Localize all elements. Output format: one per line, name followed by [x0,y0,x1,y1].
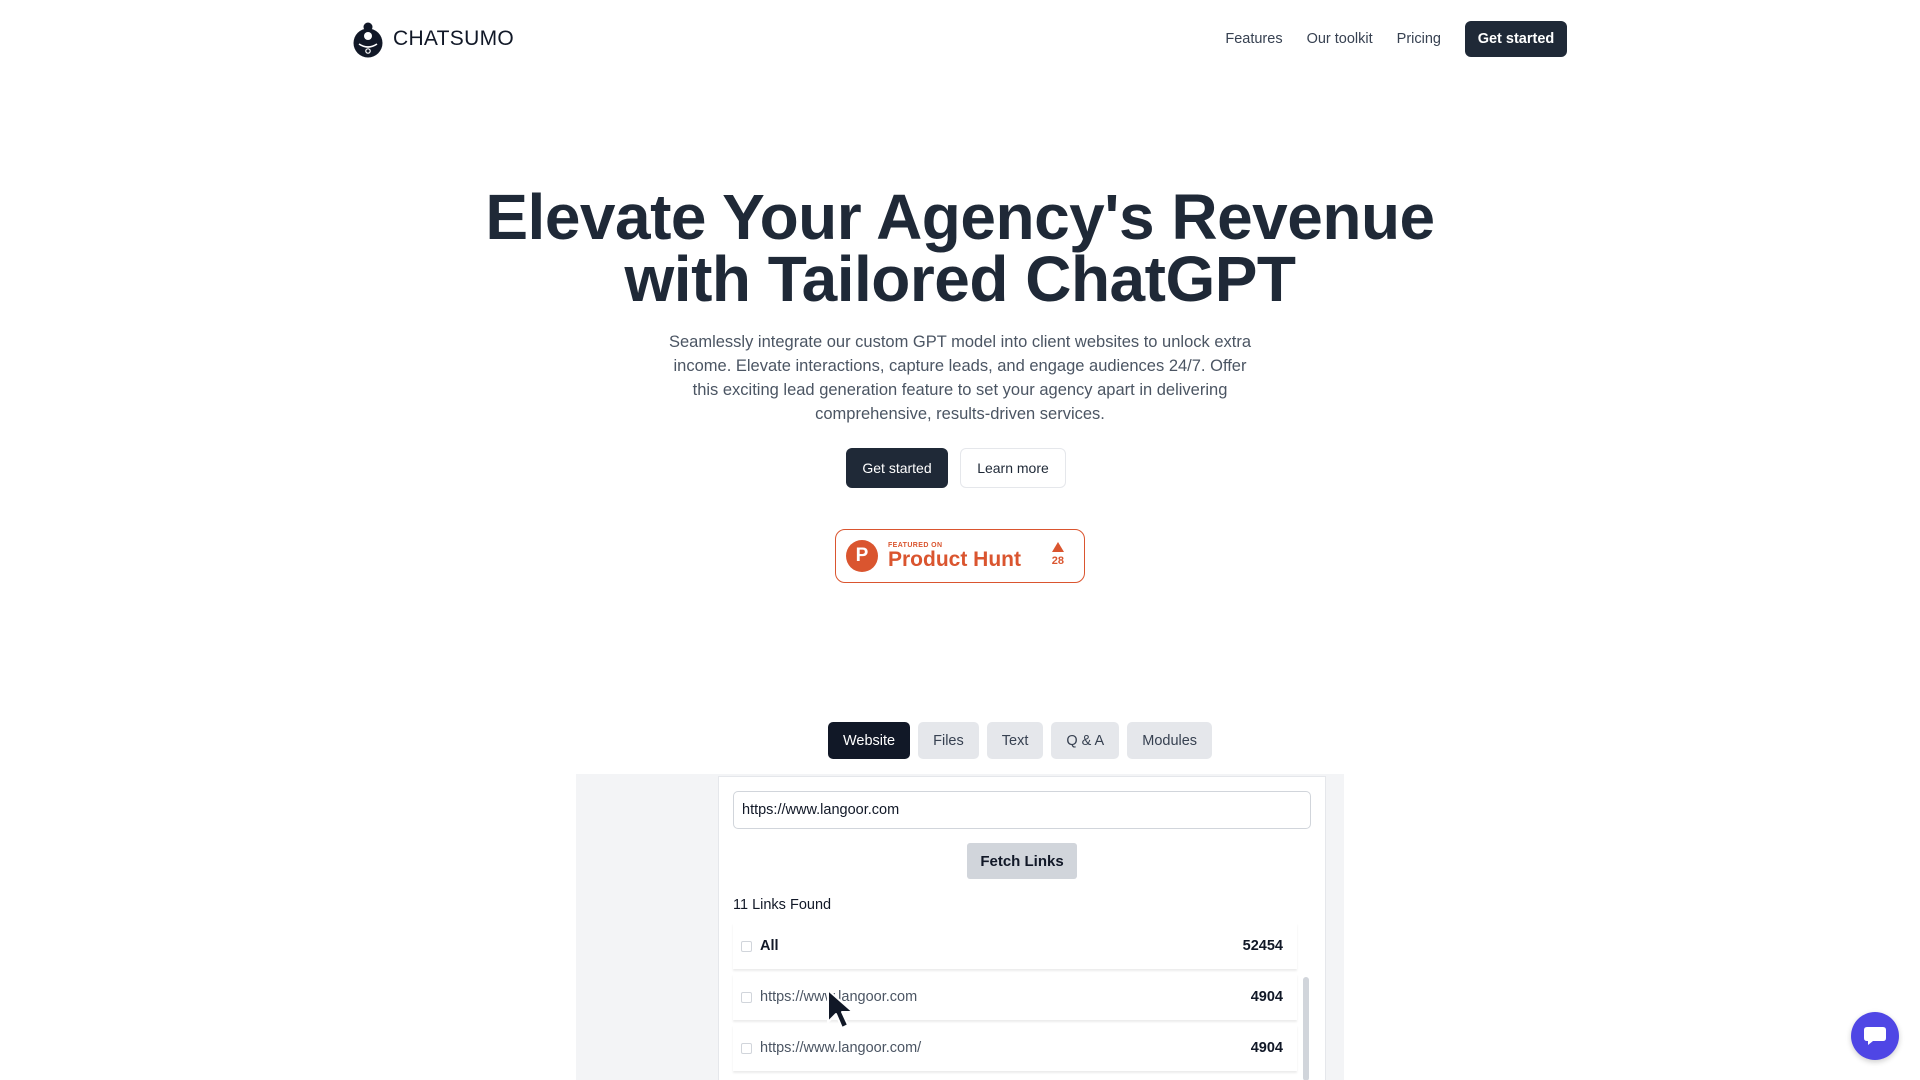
checkbox[interactable] [741,991,752,1003]
website-url-input[interactable] [733,791,1311,829]
fetch-links-button[interactable]: Fetch Links [967,843,1077,879]
link-count: 4904 [1250,989,1283,1005]
link-count: 52454 [1242,938,1283,954]
links-found-count: 11 Links Found [733,897,832,913]
product-hunt-votes: 28 [1052,542,1064,567]
hero-actions: Get started Learn more [0,448,1920,488]
brand-logo[interactable]: CHATSUMO [351,20,514,58]
chat-bubble-icon [1864,1027,1886,1045]
upvote-arrow-icon [1051,542,1064,552]
table-row[interactable]: https://www.langoor.com/ 4904 [733,1025,1297,1071]
tab-qa[interactable]: Q & A [1051,722,1120,759]
mouse-pointer-icon [827,989,854,1029]
product-hunt-name: Product Hunt [888,547,1021,571]
tab-text[interactable]: Text [986,722,1044,759]
links-scrollbar[interactable] [1303,977,1309,1080]
learn-more-button[interactable]: Learn more [960,448,1066,488]
site-header: CHATSUMO Features Our toolkit Pricing Ge… [0,0,1920,78]
tab-modules[interactable]: Modules [1127,722,1213,759]
header-get-started-button[interactable]: Get started [1465,21,1567,57]
hero-title-line-2: with Tailored ChatGPT [624,243,1297,315]
hero-title: Elevate Your Agency's Revenue with Tailo… [0,185,1920,311]
tab-files[interactable]: Files [918,722,979,759]
link-url: https://www.langoor.com/ [760,1040,922,1056]
checkbox[interactable] [741,1042,752,1054]
link-count: 4904 [1250,1040,1283,1056]
checkbox[interactable] [741,940,752,952]
brand-name: CHATSUMO [393,27,515,50]
nav-link-features[interactable]: Features [1225,31,1282,47]
product-hunt-badge[interactable]: P FEATURED ON Product Hunt 28 [835,529,1085,583]
tab-website[interactable]: Website [828,722,911,759]
nav-link-toolkit[interactable]: Our toolkit [1307,31,1373,47]
hero-get-started-button[interactable]: Get started [846,448,948,488]
product-hunt-logo-icon: P [846,540,878,572]
vote-count: 28 [1051,555,1064,567]
link-row-all[interactable]: All 52454 [733,923,1297,969]
product-hunt-text: FEATURED ON Product Hunt [888,542,1021,571]
link-url: All [760,938,779,954]
demo-tabs: Website Files Text Q & A Modules [828,722,1213,759]
table-row[interactable]: https://www.langoor.com 4904 [733,974,1297,1020]
demo-card: Fetch Links 11 Links Found All 52454 htt… [718,776,1326,1080]
sumo-wrestler-icon [353,22,383,58]
chat-widget-button[interactable] [1851,1012,1899,1060]
main-nav: Features Our toolkit Pricing Get started [1225,21,1567,57]
nav-link-pricing[interactable]: Pricing [1397,31,1441,47]
hero-subtitle: Seamlessly integrate our custom GPT mode… [668,333,1252,423]
